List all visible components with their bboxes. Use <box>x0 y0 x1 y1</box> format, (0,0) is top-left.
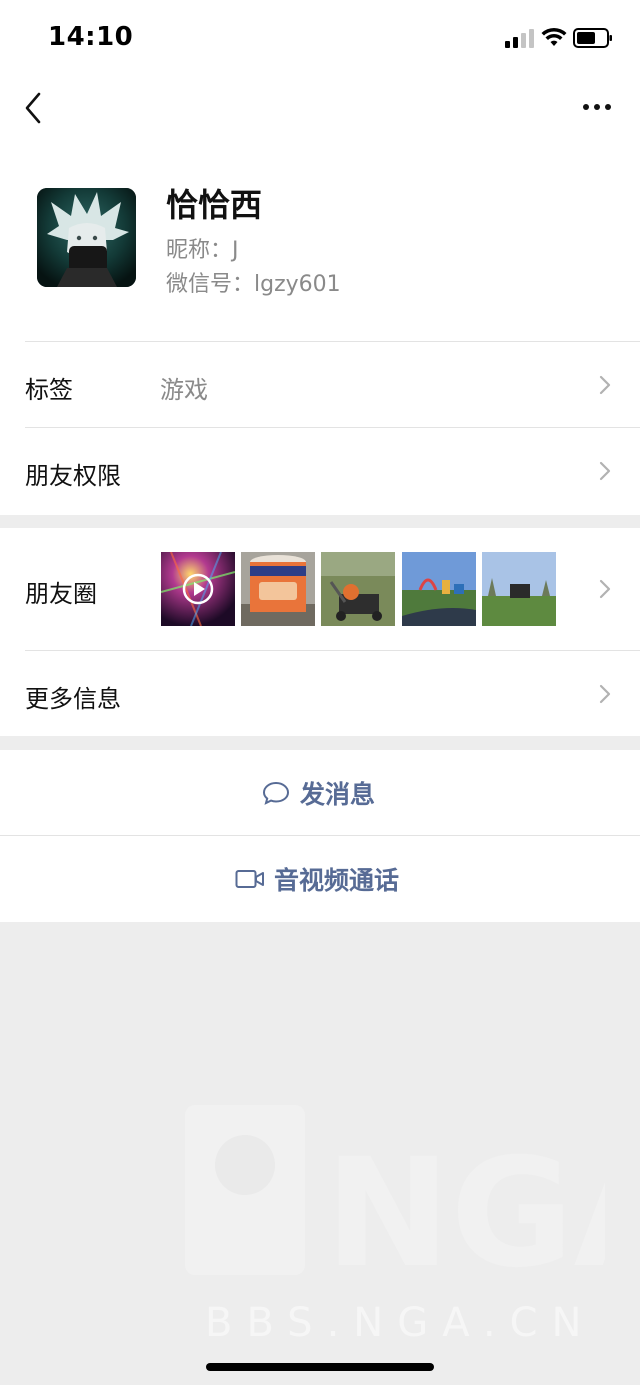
tags-row[interactable]: 标签 游戏 <box>0 342 640 427</box>
moments-label: 朋友圈 <box>25 580 97 608</box>
chat-bubble-icon <box>262 781 290 805</box>
home-indicator[interactable] <box>206 1363 434 1371</box>
moments-thumbnail <box>241 552 315 626</box>
avatar[interactable] <box>37 188 136 287</box>
contact-profile-screen: 14:10 恰恰西 昵称：J 微信号：lgzy601 标签 游戏 朋友权限 朋友… <box>0 0 640 1385</box>
wechat-id: 微信号：lgzy601 <box>166 272 341 297</box>
friend-permissions-label: 朋友权限 <box>25 462 121 490</box>
send-message-label: 发消息 <box>300 779 376 809</box>
moments-thumbnail <box>402 552 476 626</box>
chevron-right-icon <box>599 684 611 704</box>
send-message-button[interactable]: 发消息 <box>0 750 640 835</box>
svg-text:NGA: NGA <box>325 1127 605 1301</box>
moments-thumbnail <box>161 552 235 626</box>
wifi-icon <box>541 27 567 46</box>
chevron-right-icon <box>599 579 611 599</box>
more-info-row[interactable]: 更多信息 <box>0 651 640 736</box>
chevron-right-icon <box>599 461 611 481</box>
info-section: 朋友圈 更多信息 <box>0 528 640 736</box>
moments-row[interactable]: 朋友圈 <box>0 528 640 650</box>
battery-icon <box>573 28 612 48</box>
tags-label: 标签 <box>25 376 73 404</box>
more-info-label: 更多信息 <box>25 685 121 713</box>
video-camera-icon <box>235 870 264 888</box>
tags-value: 游戏 <box>160 376 208 404</box>
friend-permissions-row[interactable]: 朋友权限 <box>0 428 640 514</box>
moments-thumbnail <box>482 552 556 626</box>
nickname: 昵称：J <box>166 238 239 263</box>
back-icon[interactable] <box>18 88 52 128</box>
video-call-label: 音视频通话 <box>274 866 400 895</box>
cellular-signal-icon <box>505 28 535 48</box>
status-time: 14:10 <box>48 22 134 52</box>
watermark-url: BBS.NGA.CN <box>205 1300 596 1346</box>
chevron-right-icon <box>599 375 611 395</box>
more-options-icon[interactable] <box>578 92 616 122</box>
video-call-button[interactable]: 音视频通话 <box>0 836 640 922</box>
display-name: 恰恰西 <box>166 186 263 224</box>
moments-thumbnail <box>321 552 395 626</box>
